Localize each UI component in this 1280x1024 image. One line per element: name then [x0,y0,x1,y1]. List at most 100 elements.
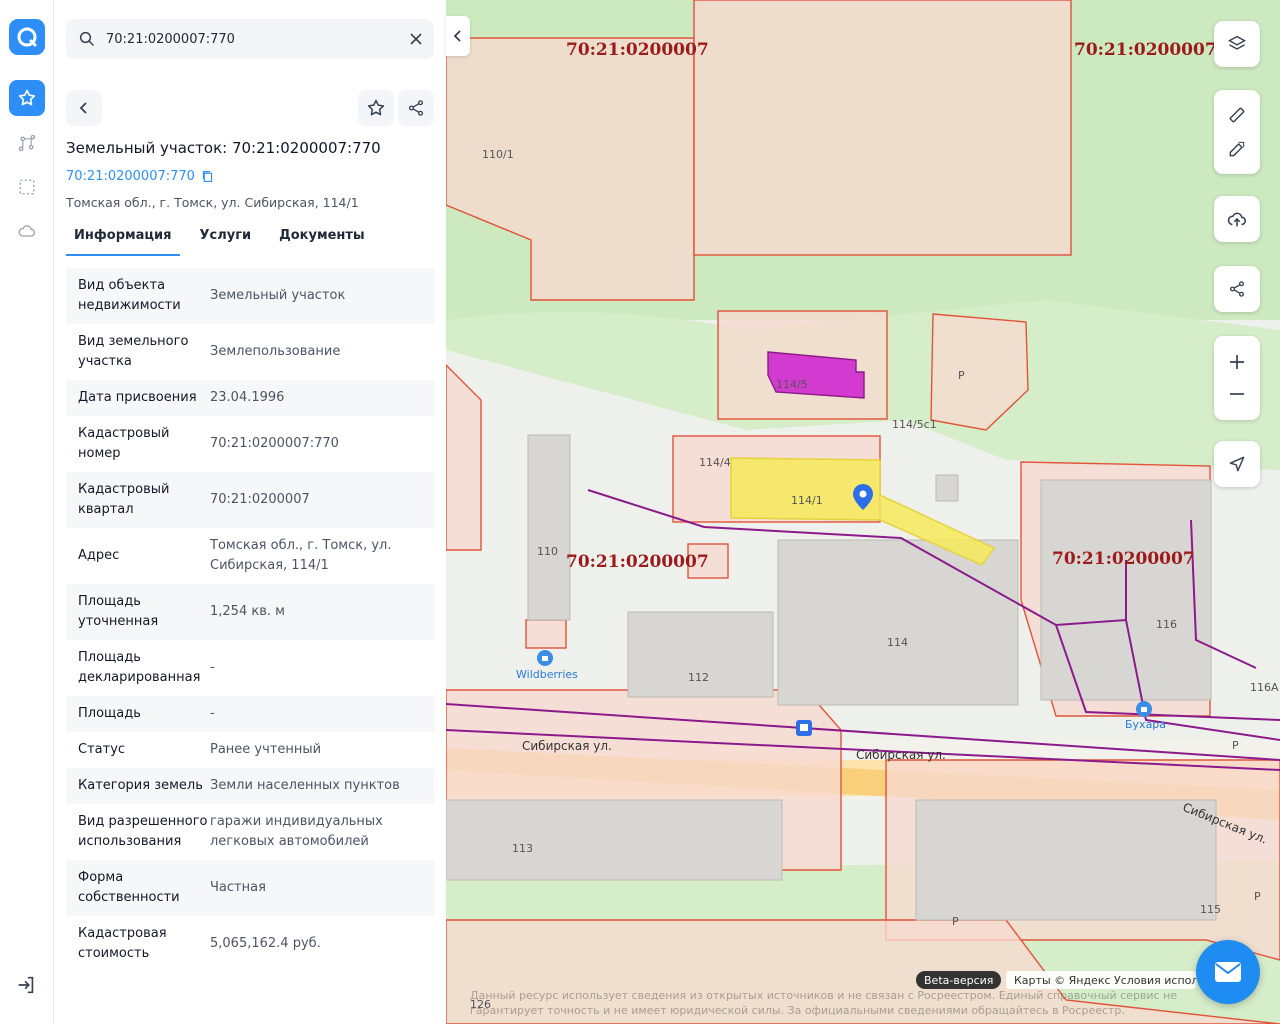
cadastral-number-link[interactable]: 70:21:0200007:770 [66,169,214,184]
star-icon [367,99,385,116]
object-title: Земельный участок: 70:21:0200007:770 [66,139,381,157]
info-row: Вид разрешенного использования гаражи инд… [66,804,434,860]
info-row: Кадастровый квартал 70:21:0200007 [66,472,434,528]
search-bar[interactable]: 70:21:0200007:770 [66,19,434,59]
shop-icon[interactable] [1136,701,1152,717]
mail-icon [1215,962,1241,982]
info-row-label: Форма собственности [78,870,180,905]
info-table: Вид объекта недвижимости Земельный участо… [66,268,434,972]
select-area-icon[interactable] [15,175,39,199]
quarter-label-2: 70:21:0200007 [1074,40,1217,60]
search-input[interactable]: 70:21:0200007:770 [106,32,406,47]
quarter-label-3: 70:21:0200007 [566,552,709,572]
info-row-label: Кадастровая стоимость [78,926,167,961]
info-row-label: Дата присвоения [78,390,197,405]
beta-badge: Beta-версия [916,971,1002,989]
chevron-left-icon [79,102,87,114]
info-row-value: Земли населенных пунктов [210,778,400,793]
share-button[interactable] [398,90,434,126]
back-button[interactable] [66,90,102,126]
zoom-controls [1214,336,1260,420]
building-label: 114/5с1 [892,418,937,431]
copy-icon[interactable] [201,170,214,183]
info-row: Кадастровый номер 70:21:0200007:770 [66,416,434,472]
building-label: 113 [512,842,533,855]
poi-wildberries[interactable]: Wildberries [516,668,578,681]
geolocate-button[interactable] [1214,441,1260,487]
bus-stop-icon[interactable] [796,720,812,736]
object-address: Томская обл., г. Томск, ул. Сибирская, 1… [66,195,359,210]
clear-search-icon[interactable] [408,31,424,47]
building-label: 114 [887,636,908,649]
cloud-icon[interactable] [15,219,39,243]
info-row: Площадь декларированная - [66,640,434,696]
building-label: 114/1 [791,494,823,507]
quarter-label-1: 70:21:0200007 [566,40,709,60]
info-row-label: Площадь [78,706,141,721]
info-row-value: Частная [210,880,266,895]
info-row: Статус Ранее учтенный [66,732,434,768]
app-logo-icon[interactable] [9,19,45,55]
info-row-label: Площадь уточненная [78,594,159,629]
layers-button[interactable] [1214,21,1260,67]
zoom-out-icon[interactable] [1228,385,1246,403]
ruler-icon[interactable] [1227,105,1247,125]
share-icon [1229,281,1245,297]
info-row: Вид объекта недвижимости Земельный участо… [66,268,434,324]
layers-icon [1228,35,1246,50]
tab-documents[interactable]: Документы [271,224,373,256]
map-share-button[interactable] [1214,266,1260,312]
info-row-label: Кадастровый номер [78,426,170,461]
tab-services[interactable]: Услуги [192,224,260,256]
info-row-label: Категория земель [78,778,203,793]
info-row-value: - [210,706,215,721]
building-label: 114/5 [776,378,808,391]
quarter-label-4: 70:21:0200007 [1052,549,1195,569]
favorite-button[interactable] [358,90,394,126]
cadastral-number-text[interactable]: 70:21:0200007:770 [66,169,195,184]
routes-icon[interactable] [15,131,39,155]
favorites-icon[interactable] [9,80,45,116]
info-row-value: Земельный участок [210,288,346,303]
tab-bar: Информация Услуги Документы [66,224,434,256]
info-row-value: Ранее учтенный [210,742,322,757]
info-row-value: - [210,660,215,675]
info-row-value: 1,254 кв. м [210,604,285,619]
chevron-left-icon [453,30,461,42]
tab-information[interactable]: Информация [66,224,180,256]
cloud-upload-icon [1227,212,1247,227]
shop-icon[interactable] [537,650,553,666]
map-view[interactable]: 70:21:0200007 70:21:0200007 70:21:020000… [446,0,1280,1024]
info-row-value: Томская обл., г. Томск, ул. Сибирская, 1… [210,538,392,573]
building-114-5 [767,351,865,399]
street-label: Сибирская ул. [856,748,946,762]
info-row: Кадастровая стоимость 5,065,162.4 руб. [66,916,434,972]
measure-tools [1214,90,1260,174]
share-icon [408,100,424,116]
info-row-value: Землепользование [210,344,341,359]
collapse-panel-button[interactable] [446,16,470,56]
parking-label: P [1232,739,1239,752]
info-row: Адрес Томская обл., г. Томск, ул. Сибирск… [66,528,434,584]
navigation-arrow-icon [1229,456,1245,472]
logout-icon[interactable] [15,974,39,998]
map-canvas[interactable] [446,0,1280,1024]
upload-button[interactable] [1214,196,1260,242]
building-label: 114/4 [699,456,731,469]
building-label: 110 [537,545,558,558]
info-row-label: Статус [78,742,126,757]
map-copyright[interactable]: Карты © Яндекс Условия использования [1006,971,1196,989]
building-label: 115 [1200,903,1221,916]
feedback-mail-button[interactable] [1196,940,1260,1004]
parking-label: P [1254,890,1261,903]
info-row: Площадь уточненная 1,254 кв. м [66,584,434,640]
info-row: Вид земельного участка Землепользование [66,324,434,380]
info-row: Форма собственности Частная [66,860,434,916]
info-row: Категория земель Земли населенных пунктов [66,768,434,804]
map-disclaimer: Данный ресурс использует сведения из отк… [470,989,1178,1017]
poi-bukhara[interactable]: Бухара [1125,718,1166,731]
search-icon [79,31,94,46]
info-row-label: Вид земельного участка [78,334,189,369]
edit-icon[interactable] [1227,139,1247,159]
zoom-in-icon[interactable] [1228,353,1246,371]
